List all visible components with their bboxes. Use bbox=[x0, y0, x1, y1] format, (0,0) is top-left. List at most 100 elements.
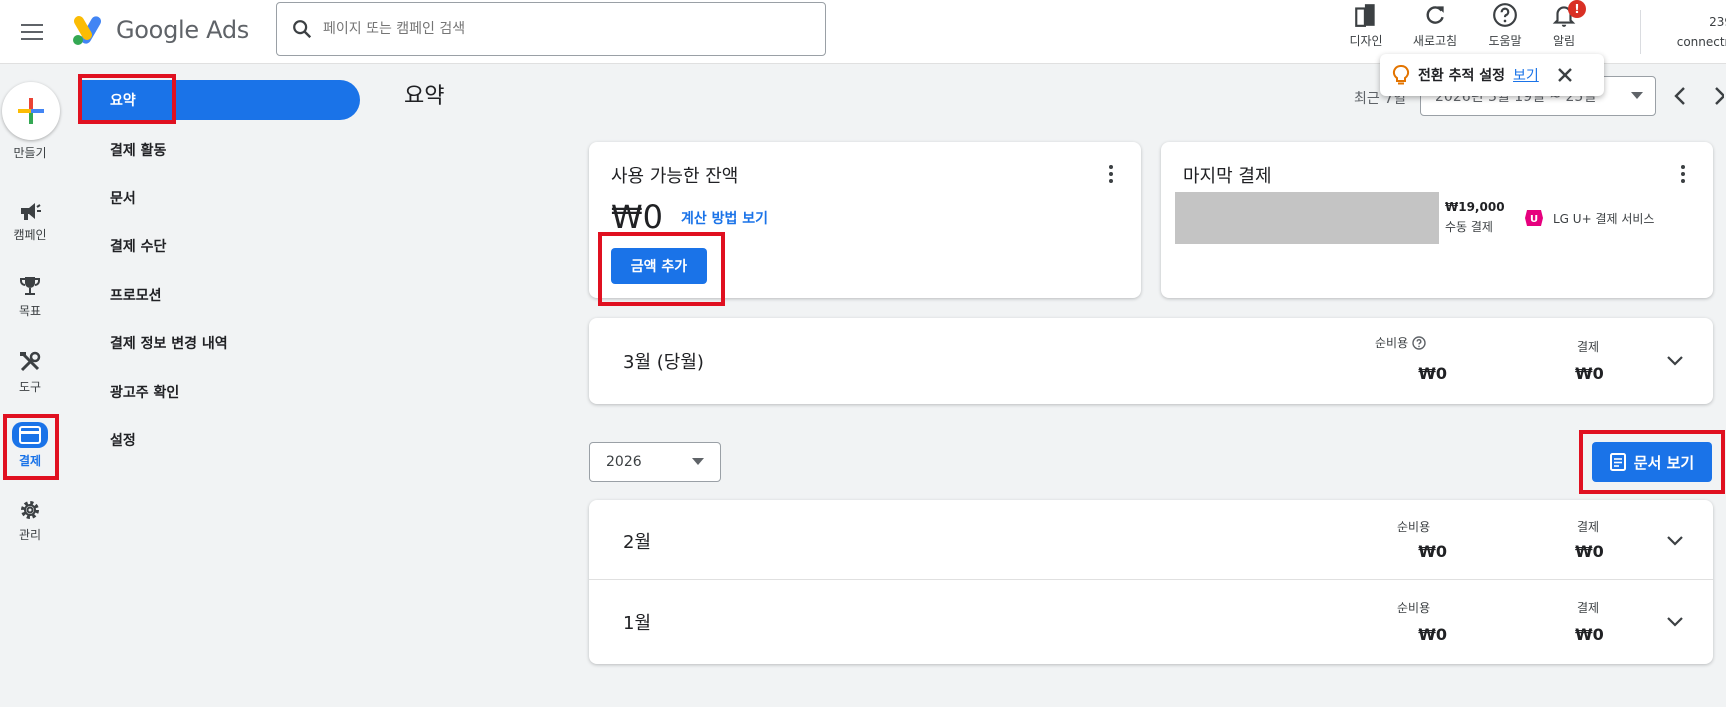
chevron-left-icon bbox=[1674, 87, 1685, 105]
rail-create[interactable]: 만들기 bbox=[0, 144, 60, 161]
svg-text:U: U bbox=[1530, 214, 1538, 225]
google-ads-logo[interactable]: Google Ads bbox=[72, 10, 249, 50]
rail-tools[interactable]: 도구 bbox=[0, 350, 60, 395]
account-id: 239-0 bbox=[1709, 15, 1726, 29]
chevron-right-icon bbox=[1715, 87, 1726, 105]
menu-icon[interactable] bbox=[14, 14, 50, 50]
net-cost-label: 순비용 bbox=[1375, 336, 1409, 350]
net-cost-header: 순비용 bbox=[1375, 334, 1426, 351]
conversion-tracking-tooltip: 전환 추적 설정 보기 bbox=[1380, 54, 1604, 96]
tools-icon bbox=[20, 351, 41, 372]
net-cost-value: ₩0 bbox=[1418, 542, 1447, 561]
tooltip-text: 전환 추적 설정 bbox=[1418, 68, 1506, 84]
rail-campaigns[interactable]: 캠페인 bbox=[0, 200, 60, 243]
last-payment-title: 마지막 결제 bbox=[1183, 166, 1272, 187]
design-label: 디자인 bbox=[1349, 34, 1383, 48]
megaphone-icon bbox=[21, 203, 41, 220]
trophy-icon bbox=[20, 277, 40, 295]
refresh-button[interactable]: 새로고침 bbox=[1403, 2, 1467, 49]
search-icon bbox=[293, 20, 312, 39]
top-divider bbox=[1640, 10, 1641, 54]
lightbulb-icon bbox=[1392, 65, 1410, 85]
close-icon[interactable] bbox=[1557, 67, 1573, 83]
tooltip-view-link[interactable]: 보기 bbox=[1513, 65, 1539, 85]
payment-service-name: LG U+ 결제 서비스 bbox=[1553, 211, 1655, 226]
design-icon bbox=[1355, 4, 1375, 27]
highlight-subnav-summary bbox=[78, 74, 176, 124]
redacted-block bbox=[1175, 192, 1439, 244]
search-input[interactable] bbox=[323, 21, 803, 37]
refresh-label: 새로고침 bbox=[1412, 34, 1458, 48]
current-net-cost: ₩0 bbox=[1418, 364, 1447, 383]
highlight-rail-billing bbox=[3, 414, 59, 480]
subnav-advertiser-verification[interactable]: 광고주 확인 bbox=[110, 382, 179, 402]
subnav-promotions[interactable]: 프로모션 bbox=[110, 285, 162, 305]
prev-period-button[interactable] bbox=[1672, 84, 1688, 112]
subnav-documents[interactable]: 문서 bbox=[110, 188, 136, 208]
last-payment-amount: ₩19,000 bbox=[1445, 200, 1505, 214]
subnav-billing-activity[interactable]: 결제 활동 bbox=[110, 140, 166, 160]
month-list-card: 2월 순비용 ₩0 결제 ₩0 1월 순비용 ₩0 결제 ₩0 bbox=[589, 500, 1713, 664]
calculation-method-link[interactable]: 계산 방법 보기 bbox=[681, 208, 768, 228]
balance-more-icon[interactable] bbox=[1101, 164, 1121, 184]
notifications-label: 알림 bbox=[1552, 34, 1576, 48]
notification-badge: ! bbox=[1568, 0, 1586, 18]
highlight-view-documents bbox=[1579, 430, 1725, 494]
subnav-settings[interactable]: 설정 bbox=[110, 430, 136, 450]
lg-uplus-logo-icon: U bbox=[1525, 210, 1543, 226]
month-label: 2월 bbox=[623, 532, 652, 553]
create-button[interactable] bbox=[2, 82, 60, 140]
payment-service: U LG U+ 결제 서비스 bbox=[1523, 208, 1654, 228]
last-payment-type: 수동 결제 bbox=[1445, 220, 1493, 234]
help-icon bbox=[1493, 3, 1517, 27]
current-payment: ₩0 bbox=[1575, 364, 1604, 383]
dropdown-arrow-icon bbox=[692, 458, 704, 465]
month-label: 1월 bbox=[623, 613, 652, 634]
gear-icon bbox=[21, 501, 39, 519]
rail-tools-label: 도구 bbox=[18, 380, 42, 394]
brand-name: Google Ads bbox=[116, 16, 249, 44]
design-button[interactable]: 디자인 bbox=[1334, 2, 1398, 49]
account-name: connectree bbox=[1676, 35, 1726, 49]
plus-icon bbox=[18, 98, 44, 124]
next-period-button[interactable] bbox=[1712, 84, 1726, 112]
payment-label: 결제 bbox=[1577, 520, 1600, 534]
payment-value: ₩0 bbox=[1575, 542, 1604, 561]
account-switcher[interactable]: 239-0 connectree bbox=[1654, 12, 1726, 52]
chevron-down-icon[interactable] bbox=[1663, 528, 1687, 552]
last-payment-more-icon[interactable] bbox=[1673, 164, 1693, 184]
notifications-button[interactable]: ! 알림 bbox=[1532, 0, 1596, 49]
balance-card-title: 사용 가능한 잔액 bbox=[611, 166, 739, 187]
page-title: 요약 bbox=[404, 84, 445, 109]
chevron-down-icon[interactable] bbox=[1663, 609, 1687, 633]
net-cost-label: 순비용 bbox=[1397, 601, 1431, 615]
rail-admin[interactable]: 관리 bbox=[0, 498, 60, 543]
current-month-row[interactable]: 3월 (당월) 순비용 ₩0 결제 ₩0 bbox=[589, 318, 1713, 404]
net-cost-value: ₩0 bbox=[1418, 625, 1447, 644]
current-payment-label: 결제 bbox=[1577, 340, 1600, 354]
month-row-february[interactable]: 2월 순비용 ₩0 결제 ₩0 bbox=[589, 500, 1713, 580]
subnav-payment-methods[interactable]: 결제 수단 bbox=[110, 236, 166, 256]
subnav-billing-history[interactable]: 결제 정보 변경 내역 bbox=[110, 333, 228, 353]
year-select[interactable]: 2026 bbox=[589, 442, 721, 482]
chevron-down-icon[interactable] bbox=[1663, 348, 1687, 372]
payment-value: ₩0 bbox=[1575, 625, 1604, 644]
rail-goals-label: 목표 bbox=[18, 304, 42, 318]
google-ads-logo-icon bbox=[73, 16, 101, 45]
month-row-january[interactable]: 1월 순비용 ₩0 결제 ₩0 bbox=[589, 581, 1713, 664]
search-box[interactable] bbox=[276, 2, 826, 56]
year-value: 2026 bbox=[606, 454, 642, 470]
rail-goals[interactable]: 목표 bbox=[0, 274, 60, 319]
highlight-add-funds bbox=[598, 232, 725, 306]
dropdown-arrow-icon bbox=[1631, 92, 1643, 99]
help-circle-icon[interactable] bbox=[1412, 335, 1426, 350]
rail-admin-label: 관리 bbox=[18, 528, 42, 542]
balance-amount: ₩0 bbox=[611, 198, 663, 236]
last-payment-card: 마지막 결제 ₩19,000 수동 결제 U LG U+ 결제 서비스 bbox=[1161, 142, 1713, 298]
net-cost-label: 순비용 bbox=[1397, 520, 1431, 534]
help-button[interactable]: 도움말 bbox=[1473, 2, 1537, 49]
help-label: 도움말 bbox=[1488, 34, 1522, 48]
rail-campaigns-label: 캠페인 bbox=[13, 228, 47, 242]
payment-label: 결제 bbox=[1577, 601, 1600, 615]
rail-create-label: 만들기 bbox=[13, 146, 47, 160]
